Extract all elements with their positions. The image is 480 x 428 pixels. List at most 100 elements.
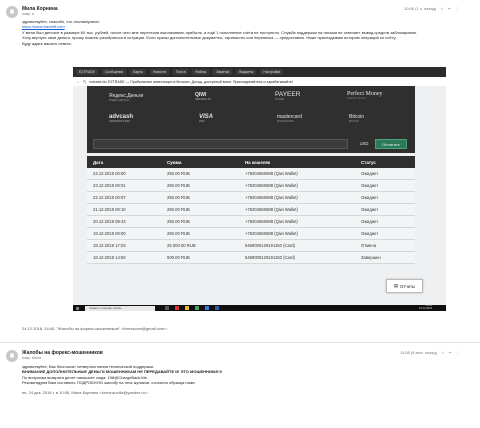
address-text[interactable]: eztrade.biz EZTRADE — Прибыльные инвести… — [89, 80, 292, 84]
cell-date: 18.12.2018 14:50 — [93, 255, 126, 260]
reply-icon[interactable]: ↩ — [448, 6, 451, 11]
document-icon: ▤ — [393, 283, 398, 288]
cell-wallet: 5469000129191150 (Card) — [245, 255, 295, 260]
star-icon[interactable]: ☆ — [441, 350, 445, 355]
yandex-money-logo: Яндекс.Деньги ЯНДЕКС.ДЕНЬГИ — [109, 93, 144, 102]
message-body: здравствуйте, спасибо, что откликнулись!… — [22, 19, 452, 46]
taskbar-clock[interactable]: 14:05 24.12.2018 — [419, 304, 432, 311]
cell-amount: 500.00 RUB — [167, 255, 190, 260]
cell-date: 23.12.2018 00:01 — [93, 183, 126, 188]
table-header: Дата Сумма На кошелек Статус — [87, 156, 415, 168]
amount-input[interactable] — [93, 139, 348, 149]
site-link[interactable]: https://www.tradetft.com — [22, 24, 65, 29]
cell-status: Ожидает — [361, 195, 379, 200]
browser-tab[interactable]: Почта — [173, 69, 189, 75]
body-paragraph: Хочу вернуть свои деньги, прошу помочь р… — [22, 35, 397, 41]
clock-date: 24.12.2018 — [419, 307, 432, 310]
cell-amount: 25 000.00 RUB — [167, 243, 196, 248]
visa-logo: VISA VISA — [199, 114, 214, 123]
col-status: Статус — [361, 159, 376, 165]
table-row: 20.12.2018 09:43 250.00 RUB +79204860698… — [87, 216, 415, 228]
sender-avatar — [6, 350, 18, 362]
cell-status: Ожидает — [361, 207, 379, 212]
divider — [0, 342, 480, 343]
closing-line: Буду ждать вашего ответа. — [22, 40, 72, 46]
reload-icon[interactable]: ↻ — [83, 79, 86, 84]
attached-screenshot[interactable]: EZTRADE Сообщения Карты Новости Почта Фа… — [73, 67, 446, 311]
cell-wallet: 5469000129191150 (Card) — [245, 243, 295, 248]
table-row: 21.12.2018 00:10 250.00 RUB +79204860698… — [87, 204, 415, 216]
cell-wallet: +79204860698 (Qiwi Wallet) — [245, 207, 298, 212]
task-view-icon[interactable] — [165, 306, 170, 310]
cell-status: Ожидает — [361, 231, 379, 236]
recipient-label[interactable]: кому: Мила — [22, 356, 41, 360]
col-wallet: На кошелек — [245, 159, 271, 165]
browser-tab[interactable]: Новости — [149, 69, 170, 75]
page-content: Яндекс.Деньги ЯНДЕКС.ДЕНЬГИ QIWI QIWI WALL… — [73, 86, 446, 305]
cell-status: Ожидает — [361, 171, 379, 176]
greeting-line: здравствуйте, спасибо, что откликнулись! — [22, 19, 100, 24]
mail-app-icon[interactable] — [205, 306, 210, 310]
browser-tab[interactable]: EZTRADE — [76, 69, 98, 75]
table-row: 18.12.2018 17:03 25 000.00 RUB 546900012… — [87, 240, 415, 252]
word-app-icon[interactable] — [215, 306, 220, 310]
star-icon[interactable]: ☆ — [440, 6, 444, 11]
reply-icon[interactable]: ↩ — [449, 350, 452, 355]
message-actions: 11:08 (6 мин. назад) ☆ ↩ ⋮ — [400, 350, 460, 355]
cell-wallet: +79204860698 (Qiwi Wallet) — [245, 171, 298, 176]
bitcoin-logo: Bitcoin BITCOIN — [349, 114, 365, 123]
more-icon[interactable]: ⋮ — [456, 350, 460, 355]
cell-status: Завершен — [361, 255, 381, 260]
reports-button[interactable]: ▤ Отчеты — [386, 279, 423, 293]
cell-wallet: +79204860698 (Qiwi Wallet) — [245, 219, 298, 224]
quoted-header: пн, 24 дек. 2018 г. в 10:06, Мила Корнин… — [22, 389, 149, 395]
table-row: 18.12.2018 14:50 500.00 RUB 546900012919… — [87, 252, 415, 264]
cell-amount: 250.00 RUB — [167, 231, 190, 236]
table-row: 24.12.2018 00:00 250.00 RUB +79204860698… — [87, 168, 415, 180]
address-bar[interactable]: ← ↻ eztrade.biz EZTRADE — Прибыльные инв… — [73, 77, 446, 86]
cell-amount: 250.00 RUB — [167, 195, 190, 200]
cell-date: 20.12.2018 09:43 — [93, 219, 126, 224]
sender-avatar — [6, 6, 18, 18]
transactions-table: Дата Сумма На кошелек Статус 24.12.2018 … — [87, 156, 415, 264]
browser-tab[interactable]: Заметки — [213, 69, 233, 75]
quoted-header: 24.12.2018, 14:40, "Жалобы на форекс-мош… — [22, 326, 168, 331]
payeer-logo: PAYEER PAYEER — [275, 91, 301, 101]
message-time: 10:06 (1 ч. назад) — [404, 6, 437, 11]
cell-amount: 250.00 RUB — [167, 219, 190, 224]
mastercard-logo: mastercard MASTERCARD — [277, 114, 303, 123]
message-actions: 10:06 (1 ч. назад) ☆ ↩ ⋮ — [404, 6, 459, 11]
amount-form: USD Оплатить — [87, 136, 415, 153]
currency-label[interactable]: USD — [355, 139, 373, 149]
cell-date: 24.12.2018 00:00 — [93, 171, 126, 176]
body-line: Рекомендуем Вам составить ПОДРОБНУЮ жало… — [22, 380, 196, 386]
cell-amount: 250.00 RUB — [167, 207, 190, 212]
taskbar-apps — [165, 306, 220, 310]
browser-app-icon[interactable] — [175, 306, 180, 310]
advcash-logo: advcash ADVANCED CASH — [109, 114, 134, 123]
recipient-label[interactable]: кому: я — [22, 12, 34, 16]
cell-date: 22.12.2018 00:07 — [93, 195, 126, 200]
cell-status: Ожидает — [361, 219, 379, 224]
chrome-app-icon[interactable] — [195, 306, 200, 310]
browser-tab[interactable]: Настройки — [260, 69, 284, 75]
browser-tab[interactable]: Карты — [130, 69, 146, 75]
cell-wallet: +79204860698 (Qiwi Wallet) — [245, 231, 298, 236]
windows-taskbar: ⊞ Скажите «Слушай, Алиса» 14:05 24.12.20… — [73, 304, 446, 311]
message-body: здравствуйте, Вас беспокоит четвертая ли… — [22, 364, 462, 395]
taskbar-search[interactable]: Скажите «Слушай, Алиса» — [85, 305, 156, 311]
browser-tabbar: EZTRADE Сообщения Карты Новости Почта Фа… — [73, 67, 446, 77]
more-icon[interactable]: ⋮ — [455, 6, 459, 11]
browser-tab[interactable]: Файлы — [192, 69, 210, 75]
cell-date: 21.12.2018 00:10 — [93, 207, 126, 212]
cell-status: Отмена — [361, 243, 377, 248]
explorer-app-icon[interactable] — [185, 306, 190, 310]
back-icon[interactable]: ← — [76, 79, 80, 84]
browser-tab[interactable]: Сообщения — [101, 69, 127, 75]
browser-tab[interactable]: Виджеты — [236, 69, 257, 75]
windows-start-icon[interactable]: ⊞ — [76, 306, 79, 311]
cell-wallet: +79204860698 (Qiwi Wallet) — [245, 183, 298, 188]
pay-button[interactable]: Оплатить — [375, 139, 407, 149]
col-amount: Сумма — [167, 159, 182, 165]
qiwi-logo: QIWI QIWI WALLET — [195, 92, 211, 101]
